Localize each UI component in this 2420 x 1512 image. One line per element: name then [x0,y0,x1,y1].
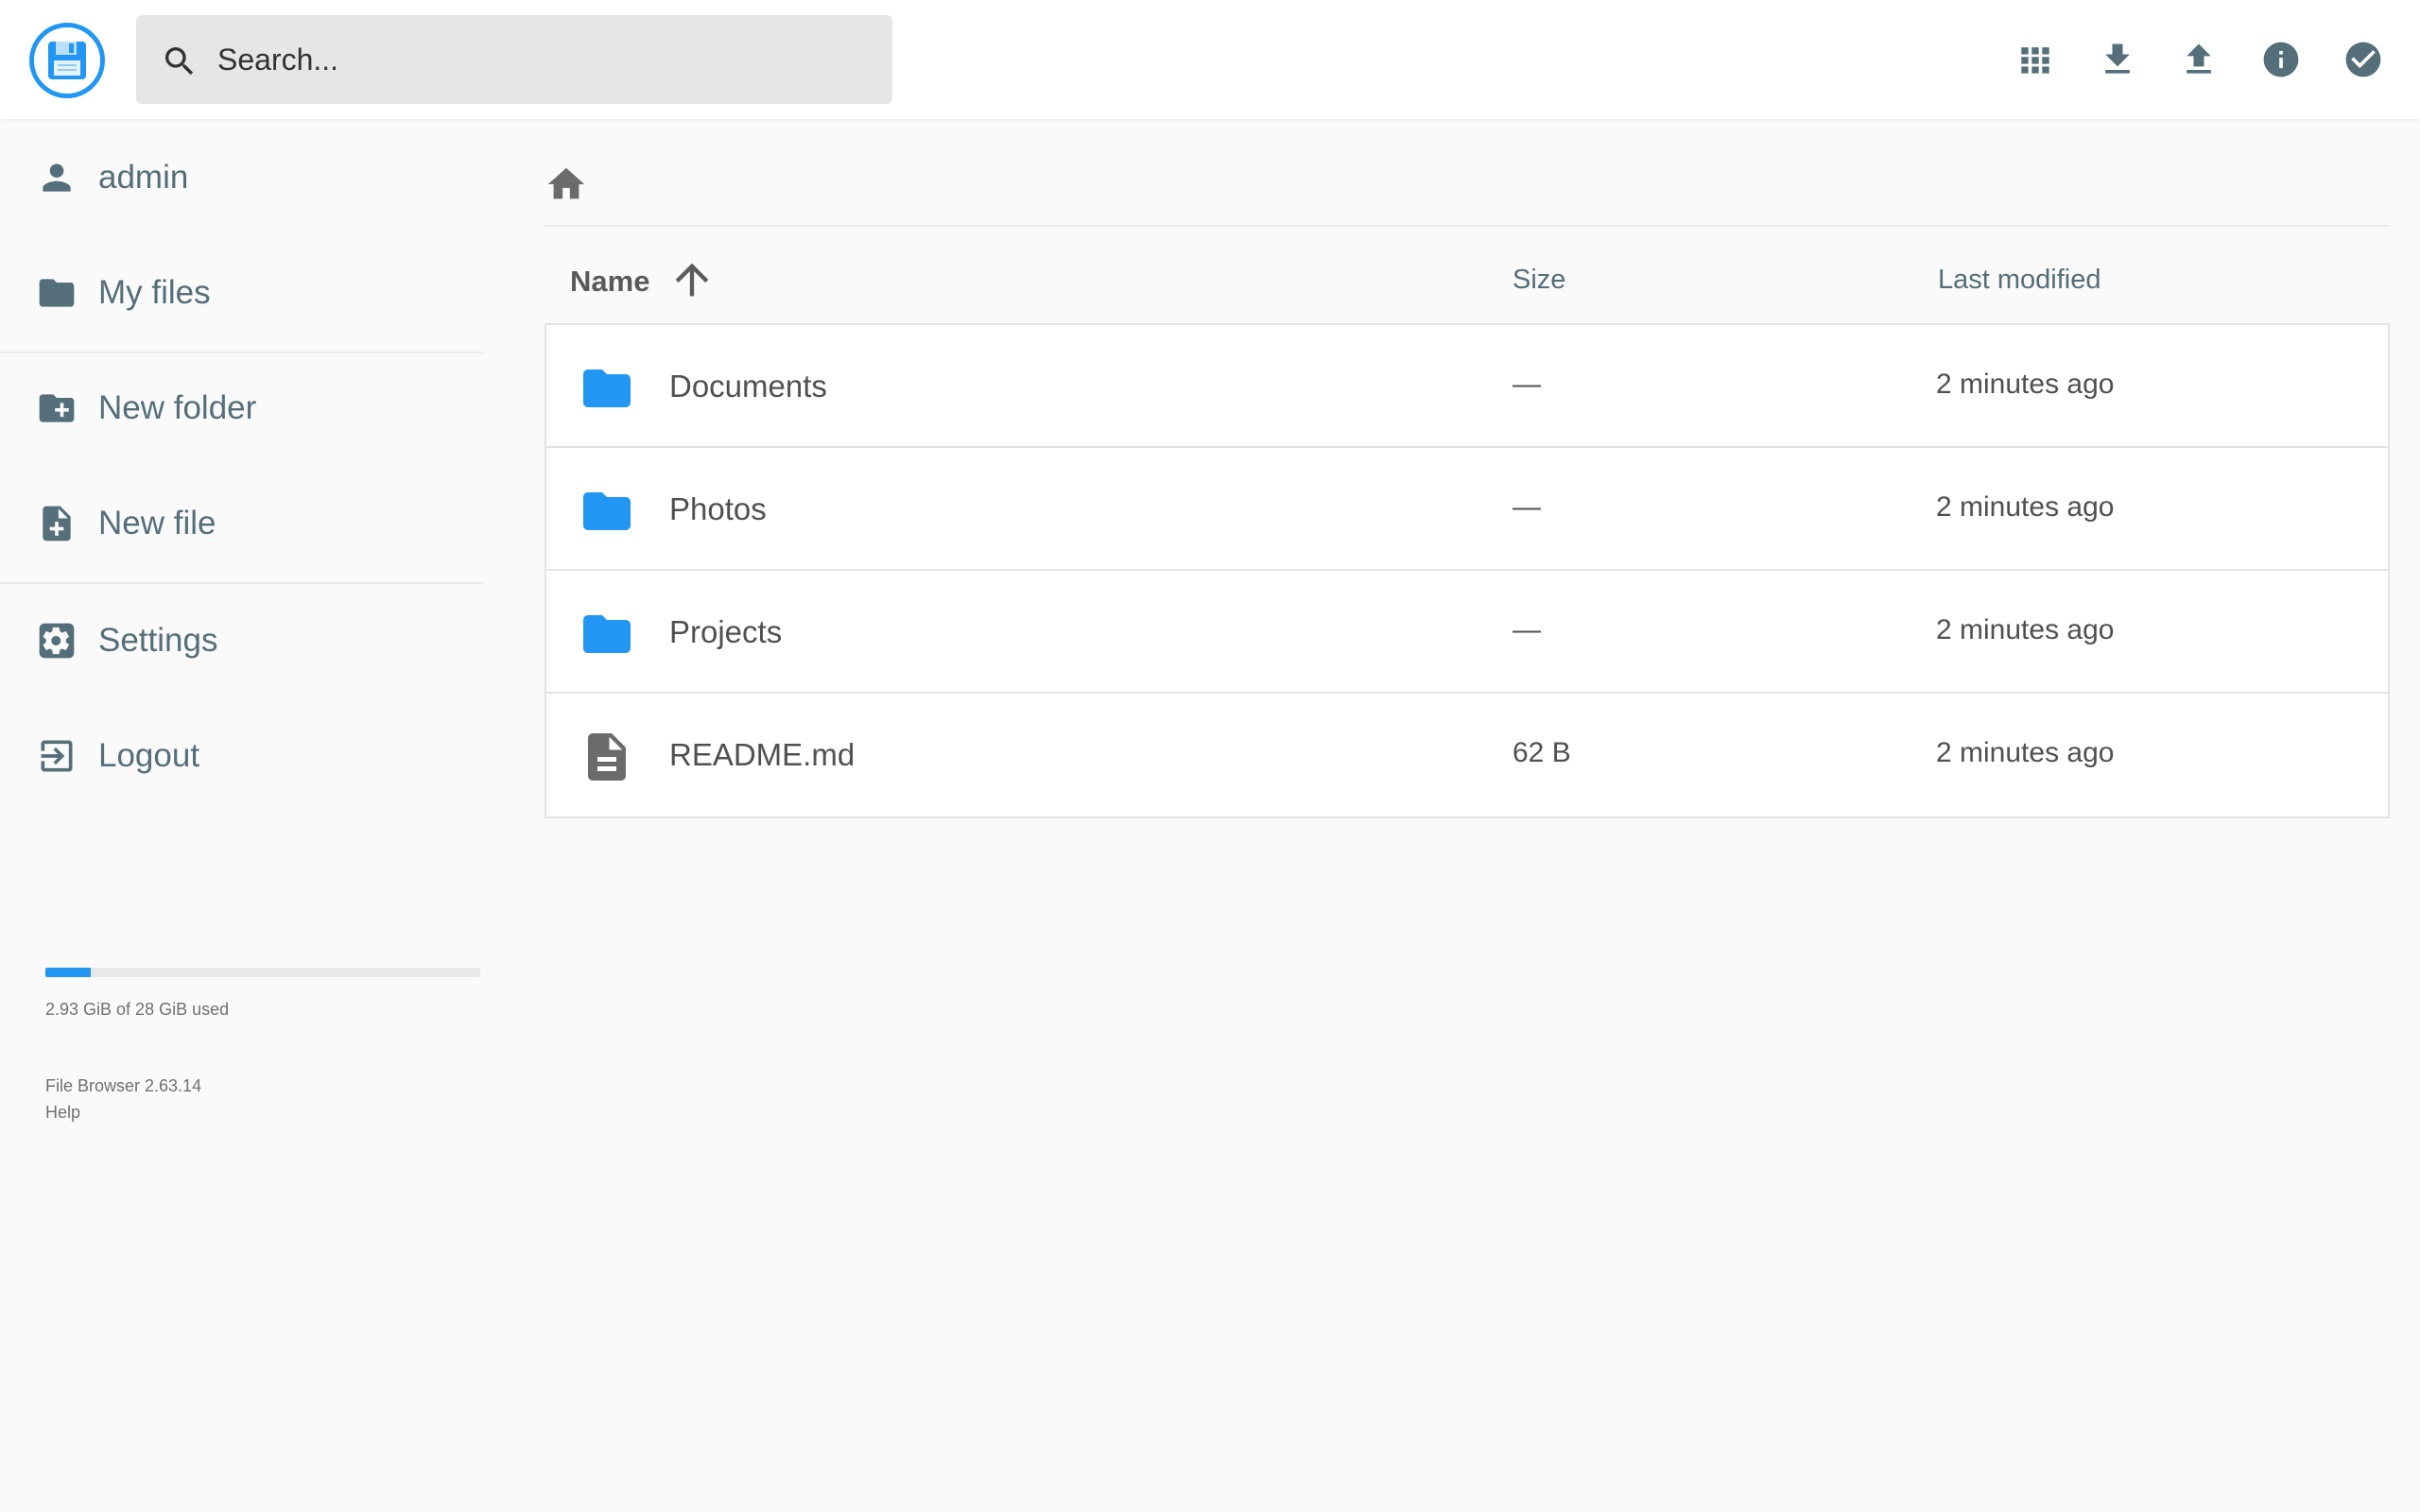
file-list-header: Name Size Last modified [544,229,2390,327]
floppy-disk-icon [48,42,86,79]
version-text: File Browser 2.63.14 [45,1076,202,1095]
file-list-row[interactable]: Projects — 2 minutes ago [546,571,2388,694]
sidebar-item-label: Settings [98,622,218,659]
home-icon[interactable] [544,163,588,206]
file-name: Projects [669,614,783,649]
column-header-last-modified[interactable]: Last modified [1938,265,2101,296]
file-last-modified: 2 minutes ago [1936,491,2115,523]
file-size: 62 B [1512,737,1571,768]
sidebar-item-label: Logout [98,737,200,774]
file-size: — [1512,491,1541,523]
sidebar-item-admin[interactable]: admin [0,126,484,230]
file-name: Documents [669,369,827,404]
sidebar-item-new-folder[interactable]: New folder [0,356,484,460]
folder-icon [579,483,635,540]
breadcrumb [544,140,2390,227]
folder-icon [36,272,78,314]
gear-icon [36,620,78,662]
storage-usage-fill [45,968,92,977]
search-bar[interactable] [136,15,892,104]
folder-icon [579,606,635,662]
file-last-modified: 2 minutes ago [1936,614,2115,645]
file-list-row[interactable]: Photos — 2 minutes ago [546,448,2388,571]
file-list-row[interactable]: README.md 62 B 2 minutes ago [546,694,2388,816]
sidebar-item-label: My files [98,274,211,311]
help-link[interactable]: Help [45,1103,80,1123]
header-bar [0,0,2420,119]
sidebar-item-label: New file [98,505,216,541]
sidebar-item-my-files[interactable]: My files [0,241,484,345]
file-size: — [1512,369,1541,400]
sidebar-item-settings[interactable]: Settings [0,589,484,693]
sidebar-divider [0,582,484,584]
info-icon [2263,42,2299,77]
arrow-up-icon[interactable] [667,255,717,304]
sidebar-item-logout[interactable]: Logout [0,704,484,808]
column-header-size[interactable]: Size [1512,265,1565,296]
check-circle-icon [2345,42,2381,77]
search-icon [165,47,194,76]
info-button[interactable] [2254,32,2308,87]
file-plus-icon [36,503,78,544]
column-header-name[interactable]: Name [570,265,649,299]
sidebar-item-label: New folder [98,389,257,426]
folder-plus-icon [36,387,78,429]
file-list-row[interactable]: Documents — 2 minutes ago [546,325,2388,448]
upload-button[interactable] [2171,32,2226,87]
upload-icon [2187,43,2211,74]
storage-usage-bar [45,968,480,977]
grid-view-button[interactable] [2008,32,2063,87]
folder-icon [579,360,635,417]
file-last-modified: 2 minutes ago [1936,369,2115,400]
storage-usage-text: 2.93 GiB of 28 GiB used [45,1000,230,1019]
file-icon [579,729,635,785]
file-name: Photos [669,491,767,526]
file-list: Documents — 2 minutes ago Photos — 2 minutes… [544,323,2390,818]
sidebar-item-new-file[interactable]: New file [0,472,484,576]
file-last-modified: 2 minutes ago [1936,737,2115,768]
file-size: — [1512,614,1541,645]
select-button[interactable] [2336,32,2391,87]
search-input[interactable] [217,32,870,87]
download-icon [2105,43,2130,74]
logout-icon [36,735,78,777]
sidebar-divider [0,352,484,353]
grid-icon [2021,47,2049,74]
person-icon [36,157,78,198]
sidebar-item-label: admin [98,159,189,196]
download-button[interactable] [2090,32,2145,87]
sidebar: admin My files New folder New file Setti… [0,119,484,1512]
app-logo[interactable] [29,23,105,98]
file-name: README.md [669,737,856,772]
